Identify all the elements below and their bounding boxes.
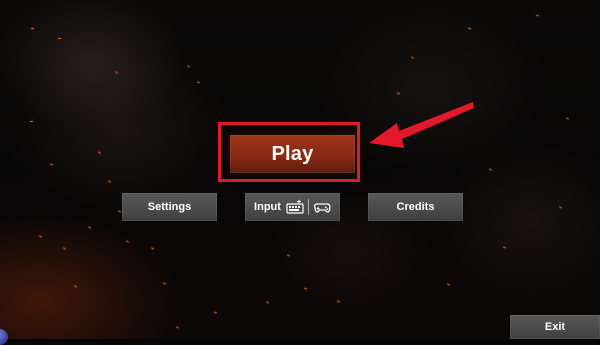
input-button-label: Input bbox=[254, 201, 281, 213]
keyboard-icon bbox=[286, 199, 304, 215]
settings-button[interactable]: Settings bbox=[122, 193, 217, 221]
play-button[interactable]: Play bbox=[230, 135, 355, 173]
gamepad-icon bbox=[313, 199, 331, 215]
credits-button[interactable]: Credits bbox=[368, 193, 463, 221]
exit-button[interactable]: Exit bbox=[510, 315, 600, 339]
input-divider bbox=[307, 199, 309, 215]
input-button[interactable]: Input bbox=[245, 193, 340, 221]
arrow-icon bbox=[365, 98, 475, 155]
